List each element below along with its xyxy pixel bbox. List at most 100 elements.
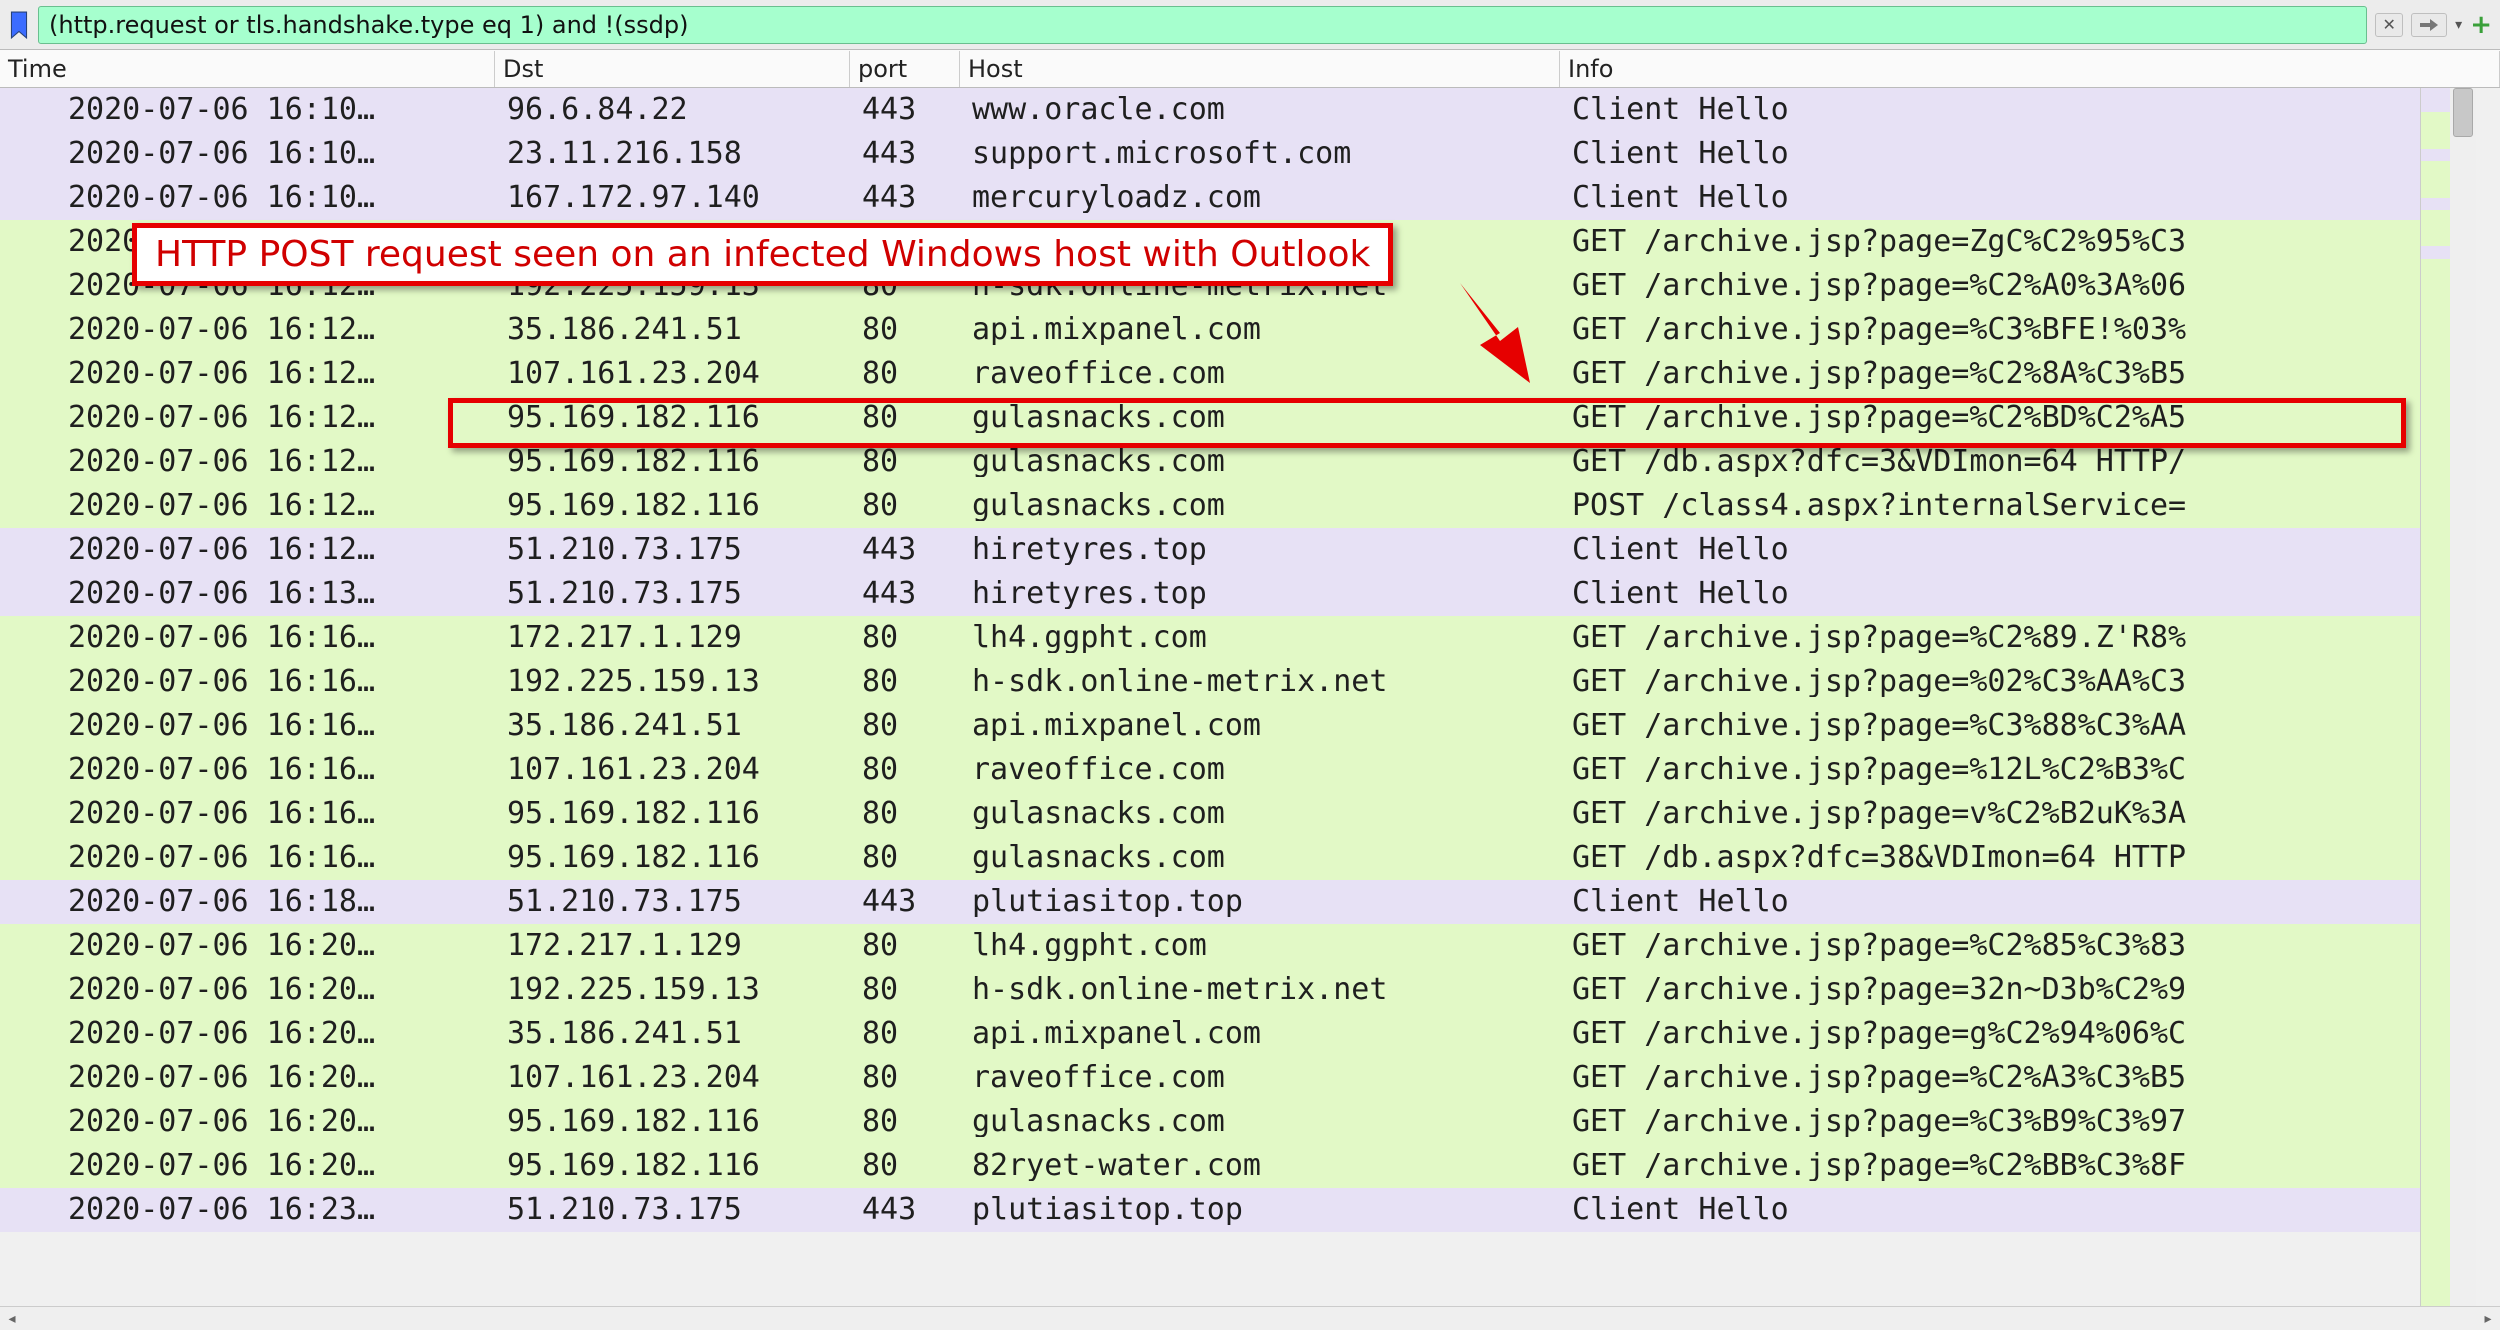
column-header-host[interactable]: Host [960, 51, 1560, 87]
packet-color-map[interactable] [2421, 88, 2450, 1306]
packet-cell-dst: 35.186.241.51 [495, 1019, 850, 1049]
packet-row[interactable]: 2020-07-06 16:20…95.169.182.11680gulasna… [0, 1100, 2420, 1144]
horizontal-scrollbar[interactable]: ◂ ▸ [0, 1306, 2500, 1330]
scroll-right-icon[interactable]: ▸ [2476, 1307, 2500, 1330]
packet-cell-info: GET /archive.jsp?page=%C2%BD%C2%A5 [1560, 403, 2420, 433]
packet-row[interactable]: 2020-07-06 16:16…95.169.182.11680gulasna… [0, 836, 2420, 880]
vertical-scrollbar[interactable] [2450, 88, 2476, 1306]
packet-cell-host: gulasnacks.com [960, 447, 1560, 477]
packet-row[interactable]: 2020-07-06 16:18…51.210.73.175443plutias… [0, 880, 2420, 924]
packet-row[interactable]: 2020-07-06 16:16…95.169.182.11680gulasna… [0, 792, 2420, 836]
packet-cell-port: 80 [850, 1063, 960, 1093]
packet-cell-port: 80 [850, 755, 960, 785]
packet-cell-port: 80 [850, 1019, 960, 1049]
packet-cell-info: GET /archive.jsp?page=%C2%85%C3%83 [1560, 931, 2420, 961]
packet-cell-info: Client Hello [1560, 1195, 2420, 1225]
packet-cell-dst: 95.169.182.116 [495, 843, 850, 873]
packet-cell-dst: 172.217.1.129 [495, 623, 850, 653]
packet-cell-port: 80 [850, 667, 960, 697]
packet-cell-port: 80 [850, 799, 960, 829]
packet-cell-port: 80 [850, 403, 960, 433]
packet-row[interactable]: 2020-07-06 16:16…172.217.1.12980lh4.ggph… [0, 616, 2420, 660]
packet-cell-time: 2020-07-06 16:10… [0, 95, 495, 125]
display-filter-input[interactable] [38, 6, 2367, 44]
packet-row[interactable]: 2020-07-06 16:12…51.210.73.175443hiretyr… [0, 528, 2420, 572]
packet-row[interactable]: 2020-07-06 16:10…167.172.97.140443mercur… [0, 176, 2420, 220]
packet-row[interactable]: 2020-07-06 16:12…35.186.241.5180api.mixp… [0, 308, 2420, 352]
packet-cell-info: GET /archive.jsp?page=ZgC%C2%95%C3 [1560, 227, 2420, 257]
packet-row[interactable]: 2020-07-06 16:20…95.169.182.1168082ryet-… [0, 1144, 2420, 1188]
packet-row[interactable]: 2020-07-06 16:12…95.169.182.11680gulasna… [0, 440, 2420, 484]
packet-cell-port: 80 [850, 931, 960, 961]
packet-row[interactable]: 2020-07-06 16:20…107.161.23.20480raveoff… [0, 1056, 2420, 1100]
column-header-dst[interactable]: Dst [495, 51, 850, 87]
packet-cell-host: plutiasitop.top [960, 887, 1560, 917]
packet-cell-time: 2020-07-06 16:20… [0, 931, 495, 961]
packet-cell-info: GET /archive.jsp?page=g%C2%94%06%C [1560, 1019, 2420, 1049]
packet-cell-info: Client Hello [1560, 139, 2420, 169]
apply-filter-icon[interactable] [2411, 13, 2447, 37]
packet-cell-info: GET /archive.jsp?page=v%C2%B2uK%3A [1560, 799, 2420, 829]
packet-row[interactable]: 2020-07-06 16:12…95.169.182.11680gulasna… [0, 396, 2420, 440]
packet-row[interactable]: 2020-07-06 16:16…35.186.241.5180api.mixp… [0, 704, 2420, 748]
packet-cell-port: 80 [850, 359, 960, 389]
packet-row[interactable]: 2020-07-06 16:16…192.225.159.1380h-sdk.o… [0, 660, 2420, 704]
packet-list-header: Time Dst port Host Info [0, 50, 2500, 88]
packet-cell-info: POST /class4.aspx?internalService= [1560, 491, 2420, 521]
packet-cell-host: gulasnacks.com [960, 491, 1560, 521]
packet-cell-port: 443 [850, 579, 960, 609]
packet-row[interactable]: 2020-07-06 16:20…192.225.159.1380h-sdk.o… [0, 968, 2420, 1012]
packet-list-area: 2020-07-06 16:10…96.6.84.22443www.oracle… [0, 88, 2500, 1306]
packet-cell-host: hiretyres.top [960, 579, 1560, 609]
filter-history-dropdown-icon[interactable]: ▾ [2455, 17, 2462, 33]
packet-cell-host: lh4.ggpht.com [960, 623, 1560, 653]
packet-cell-dst: 167.172.97.140 [495, 183, 850, 213]
column-header-info[interactable]: Info [1560, 51, 2500, 87]
packet-row[interactable]: 2020-07-06 16:20…35.186.241.5180api.mixp… [0, 1012, 2420, 1056]
packet-cell-host: api.mixpanel.com [960, 315, 1560, 345]
packet-row[interactable]: 2020-07-06 16:12…95.169.182.11680gulasna… [0, 484, 2420, 528]
packet-cell-host: api.mixpanel.com [960, 1019, 1560, 1049]
packet-cell-host: h-sdk.online-metrix.net [960, 667, 1560, 697]
packet-cell-host: support.microsoft.com [960, 139, 1560, 169]
packet-cell-port: 443 [850, 887, 960, 917]
packet-row[interactable]: 2020-07-06 16:23…51.210.73.175443plutias… [0, 1188, 2420, 1232]
packet-row[interactable]: 2020-07-06 16:20…172.217.1.12980lh4.ggph… [0, 924, 2420, 968]
packet-cell-time: 2020-07-06 16:10… [0, 139, 495, 169]
packet-cell-info: GET /archive.jsp?page=%C3%88%C3%AA [1560, 711, 2420, 741]
packet-cell-info: Client Hello [1560, 887, 2420, 917]
packet-cell-port: 80 [850, 1151, 960, 1181]
column-header-time[interactable]: Time [0, 51, 495, 87]
packet-cell-time: 2020-07-06 16:12… [0, 315, 495, 345]
packet-cell-info: GET /archive.jsp?page=%C3%B9%C3%97 [1560, 1107, 2420, 1137]
scroll-left-icon[interactable]: ◂ [0, 1307, 24, 1330]
packet-cell-info: Client Hello [1560, 95, 2420, 125]
packet-cell-info: Client Hello [1560, 579, 2420, 609]
packet-cell-host: www.oracle.com [960, 95, 1560, 125]
packet-cell-info: GET /archive.jsp?page=%C2%A0%3A%06 [1560, 271, 2420, 301]
packet-row[interactable]: 2020-07-06 16:10…23.11.216.158443support… [0, 132, 2420, 176]
clear-filter-icon[interactable]: ✕ [2375, 13, 2403, 37]
column-header-port[interactable]: port [850, 51, 960, 87]
packet-cell-dst: 192.225.159.13 [495, 667, 850, 697]
packet-row[interactable]: 2020-07-06 16:13…51.210.73.175443hiretyr… [0, 572, 2420, 616]
add-filter-expression-icon[interactable]: + [2470, 10, 2492, 40]
packet-cell-dst: 23.11.216.158 [495, 139, 850, 169]
packet-cell-dst: 192.225.159.13 [495, 975, 850, 1005]
bookmark-icon[interactable] [8, 11, 30, 39]
packet-cell-host: hiretyres.top [960, 535, 1560, 565]
packet-cell-port: 80 [850, 623, 960, 653]
packet-cell-dst: 51.210.73.175 [495, 579, 850, 609]
packet-cell-host: api.mixpanel.com [960, 711, 1560, 741]
packet-row[interactable]: 2020-07-06 16:12…107.161.23.20480raveoff… [0, 352, 2420, 396]
packet-row[interactable]: 2020-07-06 16:16…107.161.23.20480raveoff… [0, 748, 2420, 792]
packet-cell-time: 2020-07-06 16:16… [0, 667, 495, 697]
packet-cell-host: raveoffice.com [960, 755, 1560, 785]
packet-cell-time: 2020-07-06 16:12… [0, 535, 495, 565]
packet-row[interactable]: 2020-07-06 16:10…96.6.84.22443www.oracle… [0, 88, 2420, 132]
packet-cell-time: 2020-07-06 16:20… [0, 1063, 495, 1093]
packet-cell-host: mercuryloadz.com [960, 183, 1560, 213]
vertical-scrollbar-thumb[interactable] [2453, 88, 2473, 137]
packet-cell-info: GET /archive.jsp?page=%C3%BFE!%03% [1560, 315, 2420, 345]
packet-cell-time: 2020-07-06 16:12… [0, 491, 495, 521]
